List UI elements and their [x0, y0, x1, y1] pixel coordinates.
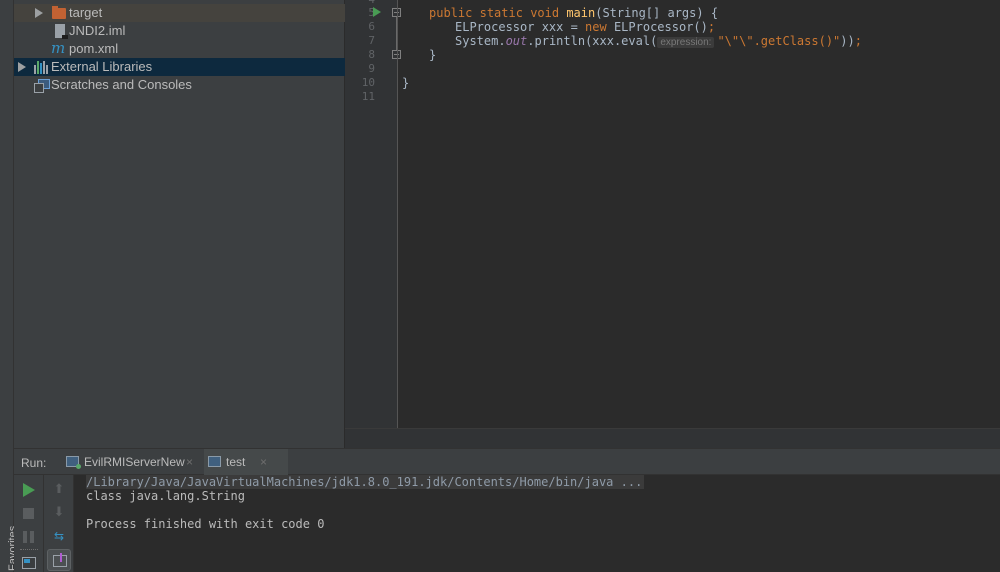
line-number: 9 — [368, 62, 375, 75]
code-text: (String[] args) { — [595, 6, 719, 20]
maven-icon: m — [51, 39, 66, 57]
scratches-icon — [34, 79, 50, 93]
toolbar-separator — [20, 549, 38, 550]
static-field: out — [505, 34, 528, 48]
tree-item-jndi2-iml[interactable]: JNDI2.iml — [14, 22, 345, 40]
line-number: 7 — [368, 34, 375, 47]
editor-horizontal-scrollbar[interactable] — [345, 428, 1000, 448]
close-tab-icon[interactable]: × — [186, 449, 193, 475]
string-literal: "\"\".getClass()" — [717, 34, 841, 48]
tab-label: EvilRMIServerNew — [84, 455, 185, 469]
up-arrow-icon[interactable]: ⬆ — [51, 481, 67, 497]
run-main-gutter-icon[interactable] — [373, 7, 381, 17]
semicolon: ; — [854, 34, 862, 48]
run-tool-window: Run: EvilRMIServerNew × test × ⬆ ⬇ ⇆ /Li… — [14, 448, 1000, 572]
down-arrow-icon[interactable]: ⬇ — [51, 504, 67, 520]
tree-item-label: JNDI2.iml — [69, 23, 126, 38]
code-text: )) — [840, 34, 855, 48]
run-config-icon — [66, 456, 81, 469]
project-tree-panel: target JNDI2.iml m pom.xml External Libr… — [14, 0, 345, 448]
layout-icon[interactable] — [22, 557, 36, 569]
line-number: 11 — [361, 90, 375, 103]
editor-gutter: 4 5 6 7 8 9 10 11 — [345, 0, 401, 428]
tree-item-scratches-and-consoles[interactable]: Scratches and Consoles — [14, 76, 345, 94]
rerun-icon[interactable] — [23, 483, 35, 497]
console-line: class java.lang.String — [86, 489, 245, 503]
module-file-icon — [55, 24, 68, 39]
gutter-divider — [397, 0, 398, 428]
keyword: static — [479, 6, 523, 20]
code-text: .println(xxx.eval( — [527, 34, 658, 48]
line-number: 6 — [368, 20, 375, 33]
keyword: public — [429, 6, 473, 20]
console-line: /Library/Java/JavaVirtualMachines/jdk1.8… — [86, 475, 645, 489]
console-line: Process finished with exit code 0 — [86, 517, 325, 531]
code-line-7: System.out.println(xxx.eval(expression: "… — [455, 34, 862, 48]
pause-icon[interactable] — [23, 531, 35, 543]
close-tab-icon[interactable]: × — [260, 449, 267, 475]
code-line-6: ELProcessor xxx = new ELProcessor(); — [455, 20, 715, 34]
tree-item-pom-xml[interactable]: m pom.xml — [14, 40, 345, 58]
tree-item-label: pom.xml — [69, 41, 119, 56]
run-tab-bar: Run: EvilRMIServerNew × test × — [14, 449, 1000, 475]
code-text: System. — [455, 34, 506, 48]
tree-item-target[interactable]: target — [14, 4, 345, 22]
run-config-icon — [208, 456, 221, 467]
semicolon: ; — [707, 20, 716, 34]
keyword: void — [530, 6, 560, 20]
expand-arrow-icon[interactable] — [18, 62, 26, 72]
tree-item-label: target — [69, 5, 103, 20]
code-text: ELProcessor xxx = — [455, 20, 586, 34]
stop-icon[interactable] — [23, 508, 34, 519]
code-line-10: } — [402, 76, 410, 90]
run-toolbar-primary — [14, 475, 44, 572]
console-output[interactable]: /Library/Java/JavaVirtualMachines/jdk1.8… — [86, 475, 1000, 572]
run-tab-test[interactable]: test × — [204, 449, 288, 475]
keyword: new — [585, 20, 607, 34]
run-toolbar-secondary: ⬆ ⬇ ⇆ — [44, 475, 74, 572]
tree-item-label: Scratches and Consoles — [51, 77, 192, 92]
folder-icon — [52, 6, 66, 19]
java-command-line[interactable]: /Library/Java/JavaVirtualMachines/jdk1.8… — [86, 475, 645, 489]
tree-item-label: External Libraries — [51, 59, 153, 74]
soft-wrap-icon[interactable]: ⇆ — [51, 528, 67, 544]
line-number: 8 — [368, 48, 375, 61]
scroll-to-end-icon[interactable] — [47, 549, 71, 571]
code-line-8: } — [429, 48, 437, 62]
line-number: 10 — [361, 76, 375, 89]
code-editor[interactable]: 4 5 6 7 8 9 10 11 public static void mai… — [345, 0, 1000, 428]
tree-item-external-libraries[interactable]: External Libraries — [14, 58, 345, 76]
run-tab-evilrmiservernew[interactable]: EvilRMIServerNew × — [62, 449, 202, 475]
left-tool-stripe: Favorites — [0, 0, 19, 572]
libraries-icon — [34, 61, 48, 74]
line-number: 5 — [368, 6, 375, 19]
run-label: Run: — [21, 456, 47, 470]
expand-arrow-icon[interactable] — [35, 8, 43, 18]
parameter-hint: expression: — [657, 37, 715, 48]
code-line-5: public static void main(String[] args) { — [429, 6, 718, 20]
method-name: main — [566, 6, 596, 20]
tab-label: test — [226, 455, 246, 469]
code-text: ELProcessor() — [606, 20, 708, 34]
